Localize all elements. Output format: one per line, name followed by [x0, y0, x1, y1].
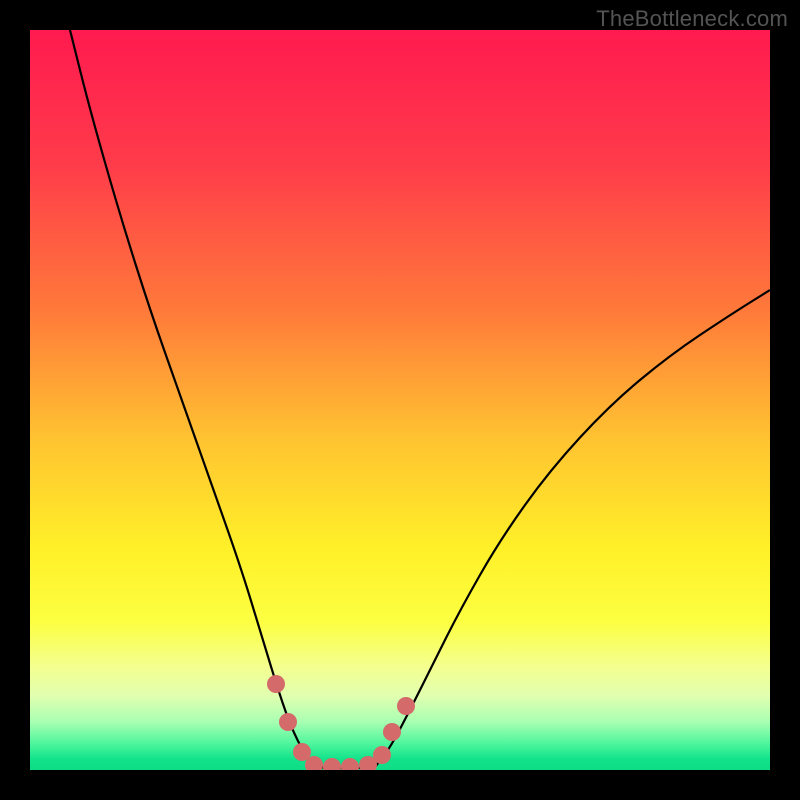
highlight-dots-group	[267, 675, 415, 770]
chart-frame	[30, 30, 770, 770]
bottleneck-curve	[70, 30, 770, 768]
watermark-text: TheBottleneck.com	[596, 6, 788, 32]
chart-svg	[30, 30, 770, 770]
highlight-dot	[279, 713, 297, 731]
highlight-dot	[373, 746, 391, 764]
highlight-dot	[383, 723, 401, 741]
highlight-dot	[323, 758, 341, 770]
curve-group	[70, 30, 770, 768]
highlight-dot	[397, 697, 415, 715]
highlight-dot	[341, 758, 359, 770]
highlight-dot	[267, 675, 285, 693]
